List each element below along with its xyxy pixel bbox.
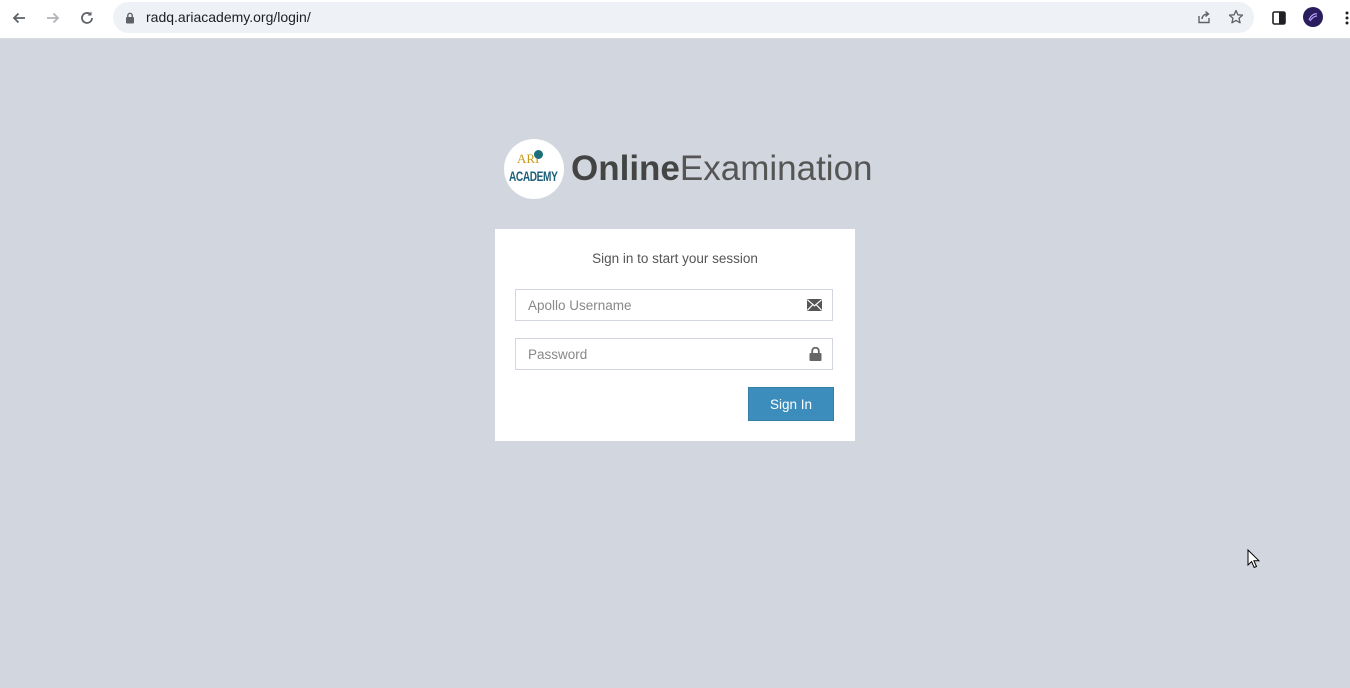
login-box-msg: Sign in to start your session bbox=[592, 251, 758, 266]
lock-icon[interactable] bbox=[125, 11, 135, 29]
title-light: Examination bbox=[679, 149, 873, 188]
password-input[interactable] bbox=[516, 339, 808, 369]
page-title: OnlineExamination bbox=[571, 149, 873, 189]
more-vert-icon[interactable] bbox=[1335, 6, 1350, 30]
username-field bbox=[515, 289, 833, 321]
url-text: radq.ariacademy.org/login/ bbox=[146, 9, 311, 25]
logo-emblem-icon bbox=[534, 150, 543, 159]
forward-arrow-icon[interactable] bbox=[41, 6, 65, 30]
reload-icon[interactable] bbox=[75, 6, 99, 30]
sign-in-button[interactable]: Sign In bbox=[748, 387, 834, 421]
login-logo: ARI ACADEMY OnlineExamination bbox=[504, 138, 873, 200]
address-bar[interactable]: radq.ariacademy.org/login/ bbox=[113, 2, 1254, 33]
lock-icon bbox=[809, 346, 822, 366]
page-content: ARI ACADEMY OnlineExamination Sign in to… bbox=[0, 39, 1350, 688]
back-arrow-icon[interactable] bbox=[7, 6, 31, 30]
mouse-cursor-icon bbox=[1247, 548, 1261, 574]
browser-toolbar: radq.ariacademy.org/login/ bbox=[0, 0, 1350, 39]
title-bold: Online bbox=[571, 149, 680, 188]
side-panel-icon[interactable] bbox=[1267, 6, 1291, 30]
password-field bbox=[515, 338, 833, 370]
envelope-icon bbox=[807, 298, 822, 316]
star-icon[interactable] bbox=[1228, 9, 1244, 30]
ari-academy-logo: ARI ACADEMY bbox=[504, 139, 564, 199]
logo-bottom-text: ACADEMY bbox=[509, 168, 558, 184]
username-input[interactable] bbox=[516, 290, 808, 320]
login-box: Sign in to start your session Sign In bbox=[495, 229, 855, 441]
share-icon[interactable] bbox=[1196, 9, 1212, 30]
profile-avatar[interactable] bbox=[1303, 7, 1323, 27]
